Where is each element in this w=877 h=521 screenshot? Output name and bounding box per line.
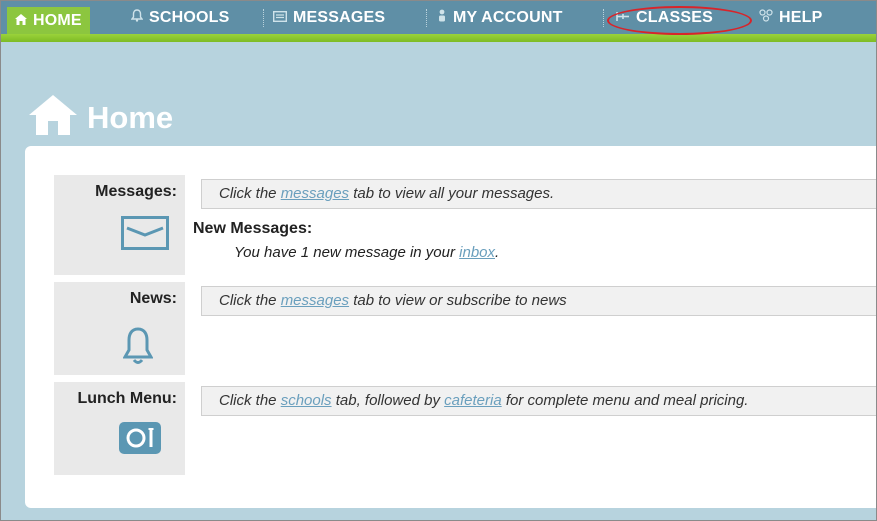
tab-messages[interactable]: MESSAGES [272, 1, 386, 34]
tab-messages-label: MESSAGES [293, 9, 386, 26]
messages-info-bar: Click the messages tab to view all your … [201, 179, 876, 209]
schools-link[interactable]: schools [281, 392, 332, 409]
tab-schools-label: SCHOOLS [149, 9, 230, 26]
nav-separator [263, 9, 265, 27]
tab-my-account[interactable]: MY ACCOUNT [437, 1, 563, 34]
news-messages-link[interactable]: messages [281, 292, 349, 309]
messages-info-suffix: tab to view all your messages. [349, 185, 555, 202]
tab-help-label: HELP [779, 9, 823, 26]
content-panel: Messages: Click the messages tab to view… [25, 146, 876, 508]
lunch-label-box: Lunch Menu: [54, 382, 185, 475]
nav-separator [426, 9, 428, 27]
new-messages-text: You have 1 new message in your inbox. [234, 244, 499, 261]
person-icon [437, 1, 447, 34]
lunch-label: Lunch Menu: [77, 390, 177, 407]
tab-schools[interactable]: SCHOOLS [130, 1, 230, 34]
red-annotation-ellipse [607, 6, 752, 35]
tab-home[interactable]: HOME [7, 7, 90, 34]
cafeteria-link[interactable]: cafeteria [444, 392, 502, 409]
new-messages-title: New Messages: [193, 220, 313, 237]
messages-label-box: Messages: [54, 175, 185, 275]
news-label: News: [129, 290, 177, 307]
page-title: Home [87, 99, 174, 135]
app-frame: HOME SCHOOLS MESSAGES MY ACCOUNT CLASSES… [0, 0, 877, 521]
tab-home-label: HOME [33, 12, 82, 29]
news-info-suffix: tab to view or subscribe to news [349, 292, 567, 309]
bell-icon [130, 1, 144, 34]
nav-accent-strip [1, 34, 876, 42]
lunch-info-suffix: for complete menu and meal pricing. [501, 392, 749, 409]
envelope-icon[interactable] [121, 216, 169, 255]
lunch-info-bar: Click the schools tab, followed by cafet… [201, 386, 876, 416]
messages-label: Messages: [95, 183, 177, 200]
nav-separator [603, 9, 605, 27]
messages-link[interactable]: messages [281, 185, 349, 202]
top-nav: HOME SCHOOLS MESSAGES MY ACCOUNT CLASSES… [1, 1, 876, 42]
new-messages-prefix: You have 1 new message in your [234, 244, 460, 261]
bell-icon[interactable] [122, 326, 154, 371]
lunch-info-prefix: Click the [219, 392, 281, 409]
page-heading: Home [27, 93, 173, 142]
new-messages-suffix: . [495, 244, 500, 261]
news-info-prefix: Click the [219, 292, 281, 309]
news-info-bar: Click the messages tab to view or subscr… [201, 286, 876, 316]
news-label-box: News: [54, 282, 185, 375]
help-icon [759, 1, 773, 34]
messages-info-prefix: Click the [219, 185, 281, 202]
envelope-icon [272, 1, 288, 34]
home-large-icon [27, 93, 79, 142]
tab-help[interactable]: HELP [759, 1, 822, 34]
plate-fork-icon[interactable] [119, 422, 161, 459]
lunch-info-middle: tab, followed by [331, 392, 445, 409]
tab-my-account-label: MY ACCOUNT [453, 9, 563, 26]
inbox-link[interactable]: inbox [459, 244, 495, 261]
home-icon [15, 7, 27, 34]
